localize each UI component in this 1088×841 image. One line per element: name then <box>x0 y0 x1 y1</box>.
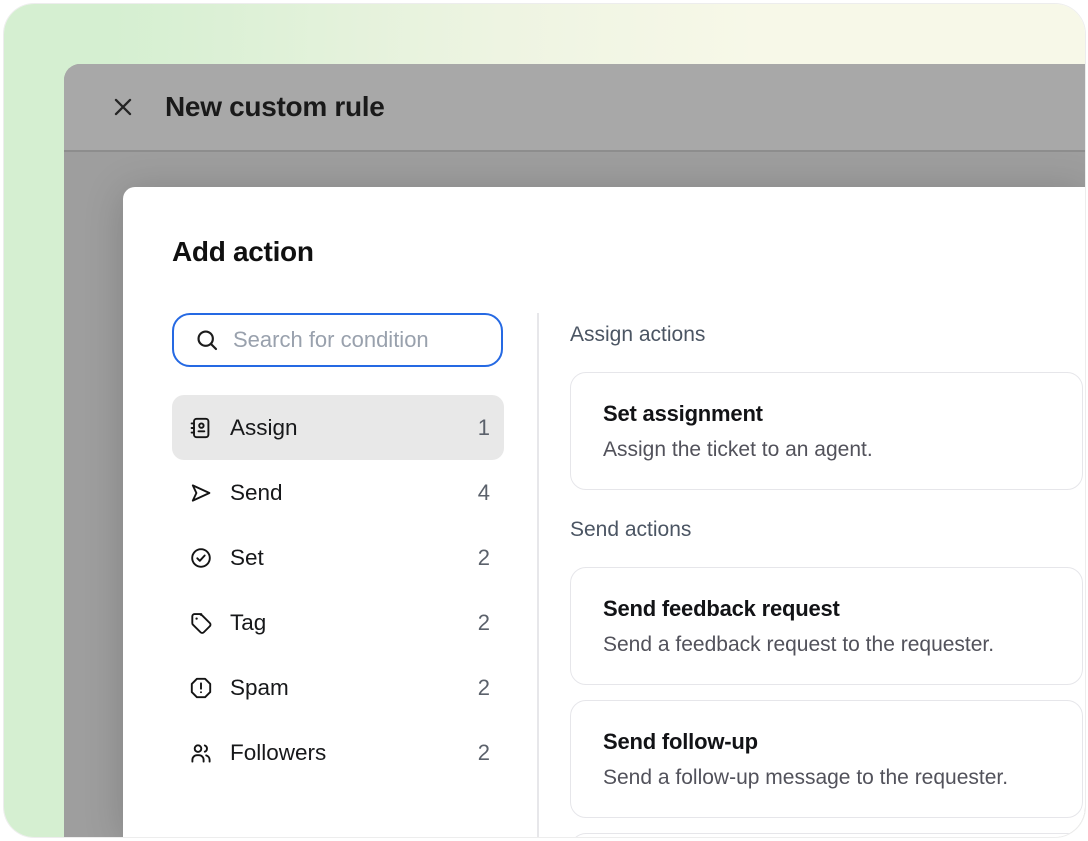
action-card-title: Send feedback request <box>603 597 1050 621</box>
action-card-description: Send a follow-up message to the requeste… <box>603 766 1050 790</box>
category-item-assign[interactable]: Assign 1 <box>172 395 504 460</box>
category-label: Spam <box>230 675 289 701</box>
category-label: Tag <box>230 610 266 636</box>
category-list: Assign 1 Send 4 Set 2 Tag 2 Spam 2 Follo… <box>172 395 504 785</box>
category-item-tag[interactable]: Tag 2 <box>172 590 504 655</box>
category-label: Assign <box>230 415 298 441</box>
window-header: New custom rule <box>64 64 1085 152</box>
actions-panel: Assign actions Set assignment Assign the… <box>570 324 1083 837</box>
category-count: 1 <box>478 415 490 441</box>
action-card-description: Assign the ticket to an agent. <box>603 438 1050 462</box>
search-input[interactable] <box>233 327 501 353</box>
screen: New custom rule Add action Assign 1 Send… <box>0 0 1088 841</box>
action-card[interactable]: Send follow-up Send a follow-up message … <box>570 700 1083 818</box>
modal-title: Add action <box>172 235 314 269</box>
search-box <box>172 313 503 367</box>
action-card[interactable]: Send feedback request Send a feedback re… <box>570 567 1083 685</box>
section-header: Send actions <box>570 519 1083 541</box>
category-count: 2 <box>478 610 490 636</box>
section-cards: Set assignment Assign the ticket to an a… <box>570 372 1083 490</box>
action-card-title: Send follow-up <box>603 730 1050 754</box>
close-icon <box>110 94 136 120</box>
category-label: Followers <box>230 740 326 766</box>
action-card-title: Set assignment <box>603 402 1050 426</box>
search-icon <box>194 327 220 353</box>
alert-octagon-icon <box>189 676 213 700</box>
category-count: 4 <box>478 480 490 506</box>
action-section: Assign actions Set assignment Assign the… <box>570 324 1083 490</box>
address-book-icon <box>189 416 213 440</box>
category-count: 2 <box>478 545 490 571</box>
window-title: New custom rule <box>165 91 385 123</box>
action-section: Send actions Send feedback request Send … <box>570 519 1083 837</box>
category-item-spam[interactable]: Spam 2 <box>172 655 504 720</box>
category-item-set[interactable]: Set 2 <box>172 525 504 590</box>
action-card[interactable]: Set assignment Assign the ticket to an a… <box>570 372 1083 490</box>
section-header: Assign actions <box>570 324 1083 346</box>
check-circle-icon <box>189 546 213 570</box>
category-count: 2 <box>478 740 490 766</box>
close-button[interactable] <box>108 92 138 122</box>
category-count: 2 <box>478 675 490 701</box>
vertical-divider <box>537 313 539 837</box>
action-card-description: Send a feedback request to the requester… <box>603 633 1050 657</box>
section-cards: Send feedback request Send a feedback re… <box>570 567 1083 837</box>
people-icon <box>189 741 213 765</box>
category-item-followers[interactable]: Followers 2 <box>172 720 504 785</box>
category-label: Set <box>230 545 264 571</box>
action-card-partial[interactable] <box>570 833 1083 837</box>
category-label: Send <box>230 480 283 506</box>
tag-icon <box>189 611 213 635</box>
screenshot-card: New custom rule Add action Assign 1 Send… <box>4 4 1085 837</box>
send-icon <box>189 481 213 505</box>
add-action-modal: Add action Assign 1 Send 4 Set 2 Tag 2 <box>123 187 1085 837</box>
category-item-send[interactable]: Send 4 <box>172 460 504 525</box>
